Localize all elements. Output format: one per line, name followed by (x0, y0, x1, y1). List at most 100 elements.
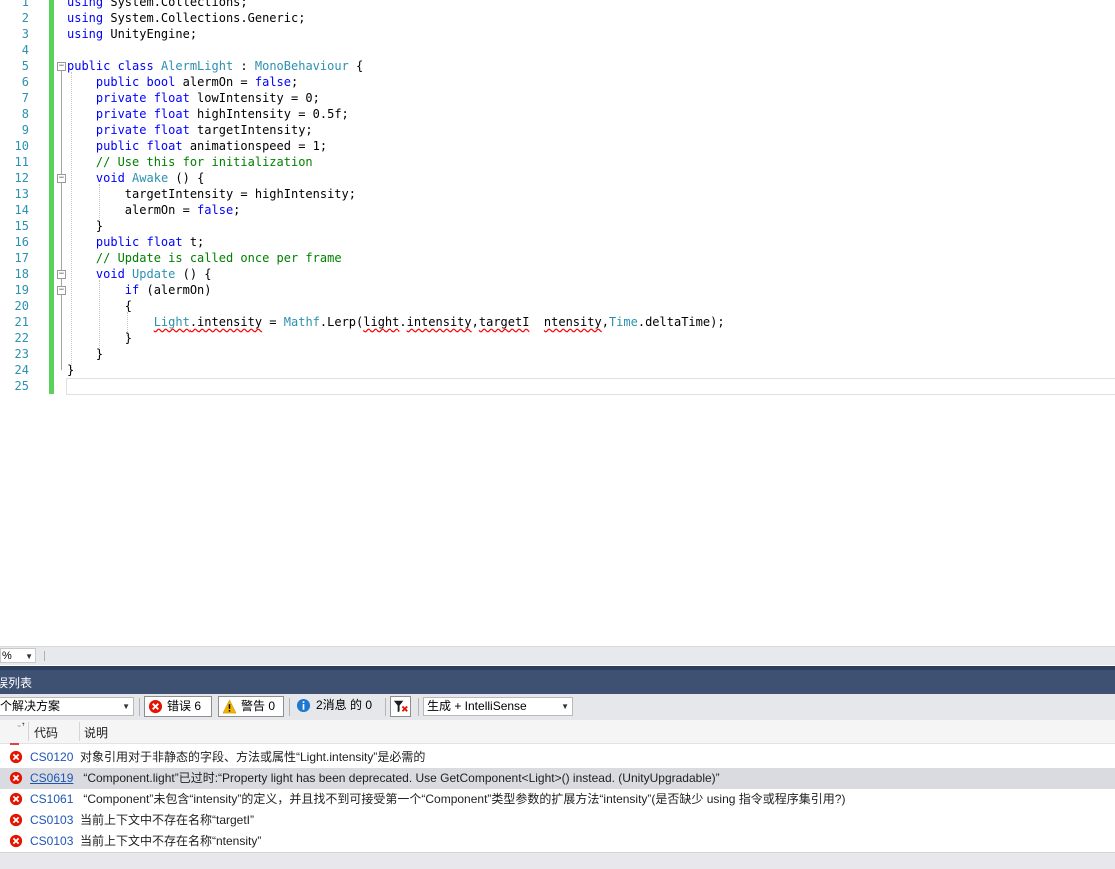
code-line[interactable]: 3 using UnityEngine; (0, 26, 1115, 42)
error-code-link[interactable]: CS0120 (30, 747, 73, 768)
code-line[interactable]: 8 private float highIntensity = 0.5f; (0, 106, 1115, 122)
line-number: 8 (21, 107, 29, 121)
zoom-dropdown[interactable]: % ▼ (0, 648, 36, 663)
info-icon (296, 698, 311, 713)
code-token: } (67, 347, 104, 361)
code-line[interactable]: 25 (0, 378, 1115, 394)
code-token: // Use this for initialization (95, 155, 313, 169)
code-token: ; (233, 203, 241, 217)
error-code-link[interactable]: CS1061 (30, 789, 73, 810)
code-token: , (601, 315, 609, 329)
error-code-link[interactable]: CS0103 (30, 831, 73, 852)
code-token: false (197, 203, 234, 217)
code-token: AlermLight (160, 59, 234, 73)
code-text: private float lowIntensity = 0; (67, 90, 320, 106)
code-line[interactable]: 16 public float t; (0, 234, 1115, 250)
line-number: 24 (14, 363, 29, 377)
collapse-awake-icon[interactable]: − (57, 174, 66, 183)
filter-button[interactable] (390, 696, 411, 717)
code-line[interactable]: 1 using System.Collections; (0, 0, 1115, 10)
code-line[interactable]: 24} (0, 362, 1115, 378)
code-line[interactable]: 20 { (0, 298, 1115, 314)
line-number: 22 (14, 331, 29, 345)
code-text: // Update is called once per frame (67, 250, 342, 266)
code-token: public bool (95, 75, 176, 89)
code-token: Light (153, 315, 190, 329)
code-line[interactable]: 12 void Awake () { (0, 170, 1115, 186)
messages-count-label: 2消息 的 0 (316, 698, 373, 712)
code-text: { (67, 298, 132, 314)
horizontal-scrollbar[interactable] (0, 852, 1115, 869)
error-row[interactable]: CS0619 “Component.light”已过时:“Property li… (0, 768, 1115, 789)
code-line[interactable]: 18 void Update () { (0, 266, 1115, 282)
code-line[interactable]: 4 (0, 42, 1115, 58)
code-line[interactable]: 14 alermOn = false; (0, 202, 1115, 218)
code-token: UnityEngine; (103, 27, 198, 41)
code-line[interactable]: 10 public float animationspeed = 1; (0, 138, 1115, 154)
line-number: 17 (14, 251, 29, 265)
code-line[interactable]: 15 } (0, 218, 1115, 234)
code-line[interactable]: 11 // Use this for initialization (0, 154, 1115, 170)
code-token: private float (95, 123, 190, 137)
collapse-update-icon[interactable]: − (57, 270, 66, 279)
code-line[interactable]: 2 using System.Collections.Generic; (0, 10, 1115, 26)
collapse-if-icon[interactable]: − (57, 286, 66, 295)
code-token: .Lerp( (319, 315, 364, 329)
code-line[interactable]: 6 public bool alermOn = false; (0, 74, 1115, 90)
line-number: 7 (21, 91, 29, 105)
code-text: using System.Collections; (67, 0, 248, 10)
code-line[interactable]: 17 // Update is called once per frame (0, 250, 1115, 266)
warnings-filter-button[interactable]: 警告 0 (218, 696, 284, 717)
divider (28, 722, 29, 741)
code-token: if (124, 283, 140, 297)
divider (289, 698, 290, 716)
error-row[interactable]: CS0103 当前上下文中不存在名称“targetI” (0, 810, 1115, 831)
code-text: public float animationspeed = 1; (67, 138, 327, 154)
code-text: } (67, 330, 132, 346)
divider (44, 651, 45, 661)
code-text: using System.Collections.Generic; (67, 10, 305, 26)
line-number: 25 (14, 379, 29, 393)
code-token: Time (608, 315, 638, 329)
code-text: } (67, 362, 74, 378)
line-number: 10 (14, 139, 29, 153)
code-line[interactable]: 21 Light.intensity = Mathf.Lerp(light.in… (0, 314, 1115, 330)
messages-filter-button[interactable]: 2消息 的 0 (292, 696, 382, 717)
code-line[interactable]: 7 private float lowIntensity = 0; (0, 90, 1115, 106)
row-marker (10, 743, 19, 745)
error-code-link[interactable]: CS0103 (30, 810, 73, 831)
column-header-description[interactable]: 说明 (84, 724, 108, 741)
sort-icon[interactable]: ⁼ꜛ (17, 723, 25, 732)
line-number: 11 (14, 155, 29, 169)
code-line[interactable]: 13 targetIntensity = highIntensity; (0, 186, 1115, 202)
divider[interactable] (79, 722, 80, 741)
error-row[interactable]: CS0103 当前上下文中不存在名称“ntensity” (0, 831, 1115, 852)
error-list-toolbar: 个解决方案 ▼ 错误 6 警告 0 2消息 的 0 生成 + IntelliSe… (0, 694, 1115, 720)
error-description: 当前上下文中不存在名称“targetI” (80, 813, 255, 827)
errors-filter-button[interactable]: 错误 6 (144, 696, 212, 717)
build-intellisense-dropdown[interactable]: 生成 + IntelliSense ▼ (423, 697, 573, 716)
error-code-link[interactable]: CS0619 (30, 768, 73, 789)
column-header-code[interactable]: 代码 (34, 724, 58, 741)
code-line[interactable]: 19 if (alermOn) (0, 282, 1115, 298)
code-editor[interactable]: 1 using System.Collections; 2 using System.… (0, 0, 1115, 646)
error-list-title-bar[interactable]: 误列表 (0, 666, 1115, 694)
code-text: alermOn = false; (67, 202, 241, 218)
collapse-class-icon[interactable]: − (57, 62, 66, 71)
error-row[interactable]: CS1061 “Component”未包含“intensity”的定义，并且找不… (0, 789, 1115, 810)
code-token: .intensity (189, 315, 263, 329)
scope-value: 个解决方案 (0, 699, 61, 713)
error-row[interactable]: CS0120 对象引用对于非静态的字段、方法或属性“Light.intensity… (0, 747, 1115, 768)
code-line[interactable]: 5 public class AlermLight : MonoBehaviour… (0, 58, 1115, 74)
code-token: using (67, 0, 104, 9)
code-line[interactable]: 23 } (0, 346, 1115, 362)
code-line[interactable]: 9 private float targetIntensity; (0, 122, 1115, 138)
scope-dropdown[interactable]: 个解决方案 ▼ (0, 697, 134, 716)
code-line[interactable]: 22 } (0, 330, 1115, 346)
code-token: = (262, 315, 284, 329)
code-token: : (233, 59, 255, 73)
